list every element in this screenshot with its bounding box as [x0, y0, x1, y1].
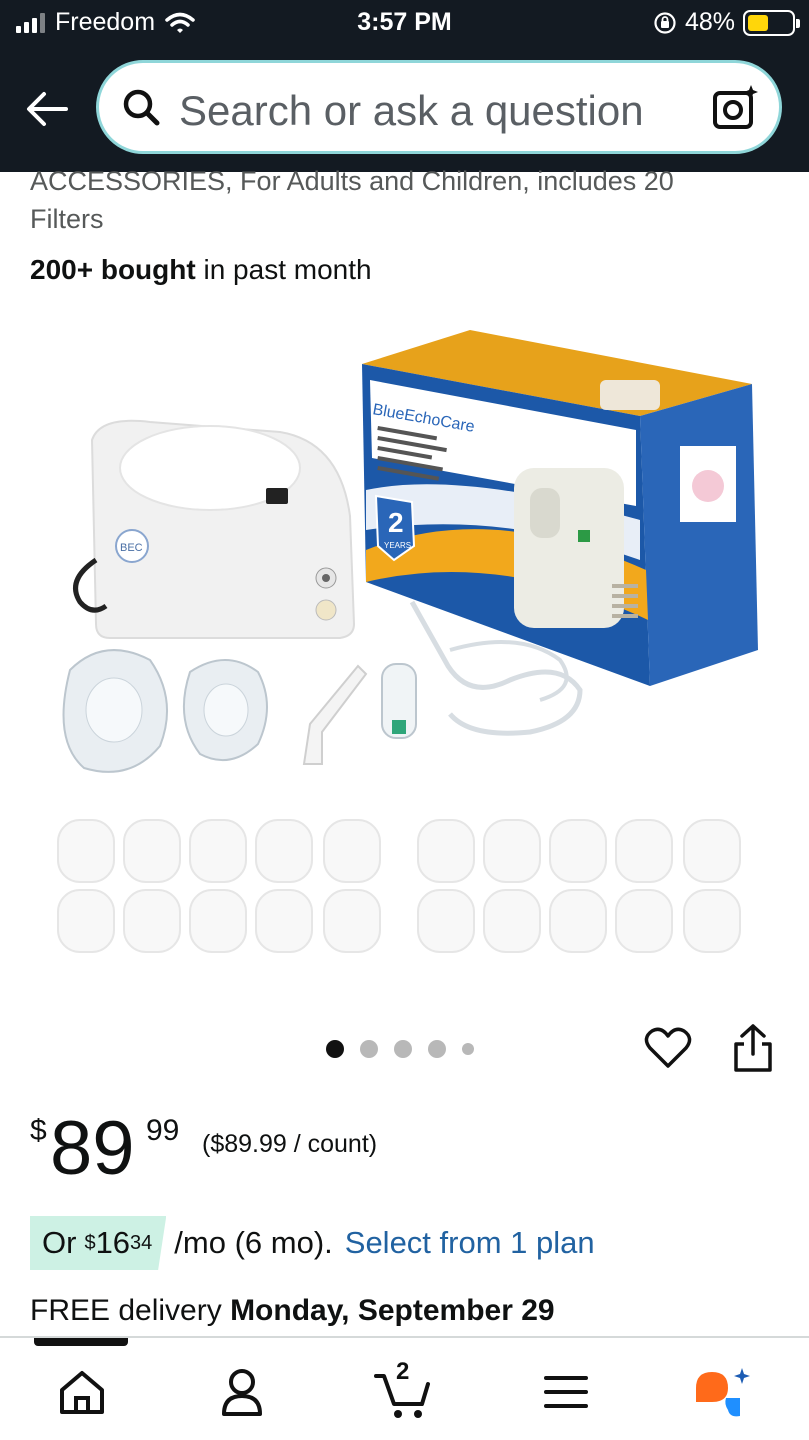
title-line-1: ACCESSORIES, For Adults and Children, in…: [30, 166, 674, 196]
menu-icon[interactable]: [536, 1364, 596, 1420]
warranty-number: 2: [388, 507, 404, 538]
search-input[interactable]: Search or ask a question: [179, 87, 644, 135]
delivery-prefix: FREE delivery: [30, 1294, 231, 1327]
price-currency: $: [30, 1114, 47, 1147]
carousel-dot[interactable]: [326, 1040, 344, 1058]
price-fraction: 99: [146, 1114, 180, 1147]
carousel-dot[interactable]: [428, 1040, 446, 1058]
product-title-tail: ACCESSORIES, For Adults and Children, in…: [30, 166, 770, 238]
title-line-2: Filters: [30, 204, 104, 234]
product-image[interactable]: BlueEchoCare 2 YEARS BEC: [40, 320, 770, 980]
image-carousel-dots[interactable]: [326, 1040, 474, 1058]
carousel-dot[interactable]: [394, 1040, 412, 1058]
installment-plan: Or $ 16 34 /mo (6 mo). Select from 1 pla…: [30, 1216, 595, 1270]
bought-count: 200+ bought in past month: [30, 254, 372, 286]
carousel-dot[interactable]: [360, 1040, 378, 1058]
rufus-icon[interactable]: [690, 1364, 750, 1420]
bought-bold: 200+ bought: [30, 254, 196, 285]
select-plan-link[interactable]: Select from 1 plan: [345, 1225, 595, 1261]
carousel-dot[interactable]: [462, 1043, 474, 1055]
share-icon[interactable]: [730, 1022, 776, 1074]
search-icon: [123, 89, 160, 126]
unit-price: ($89.99 / count): [202, 1130, 378, 1158]
status-bar: Freedom 3:57 PM 48%: [0, 0, 809, 48]
camera-search-icon[interactable]: [711, 83, 761, 133]
rotation-lock-icon: [654, 11, 676, 34]
installment-whole: 16: [95, 1225, 131, 1260]
installment-prefix: Or: [42, 1225, 77, 1260]
warranty-unit: YEARS: [384, 541, 411, 550]
delivery-date[interactable]: Monday, September 29: [230, 1294, 555, 1327]
nebulizer-machine: BEC: [73, 419, 356, 639]
cart-button[interactable]: 2: [372, 1358, 432, 1420]
cart-count: 2: [396, 1358, 410, 1385]
product-box: BlueEchoCare 2 YEARS: [362, 330, 758, 686]
battery-icon: [743, 9, 800, 36]
delivery-info: FREE delivery Monday, September 29: [30, 1294, 555, 1328]
home-indicator: [34, 1338, 128, 1346]
bottom-nav: 2: [0, 1336, 809, 1440]
installment-fraction: 34: [130, 1231, 153, 1254]
filters: [57, 819, 741, 953]
home-icon[interactable]: [52, 1364, 112, 1420]
installment-term: /mo (6 mo).: [174, 1225, 333, 1260]
installment-currency: $: [84, 1231, 96, 1254]
search-bar[interactable]: Search or ask a question: [96, 60, 782, 154]
installment-chip: Or $ 16 34: [30, 1216, 167, 1270]
heart-icon[interactable]: [644, 1024, 692, 1072]
bought-rest: in past month: [195, 254, 372, 285]
price-whole: 89: [50, 1106, 135, 1191]
account-icon[interactable]: [212, 1364, 272, 1420]
machine-logo: BEC: [120, 542, 143, 554]
battery-percent: 48%: [684, 8, 735, 36]
top-bar: Freedom 3:57 PM 48% Search or ask a ques…: [0, 0, 809, 172]
status-right: 48%: [653, 8, 800, 37]
back-arrow-icon[interactable]: [22, 84, 72, 134]
